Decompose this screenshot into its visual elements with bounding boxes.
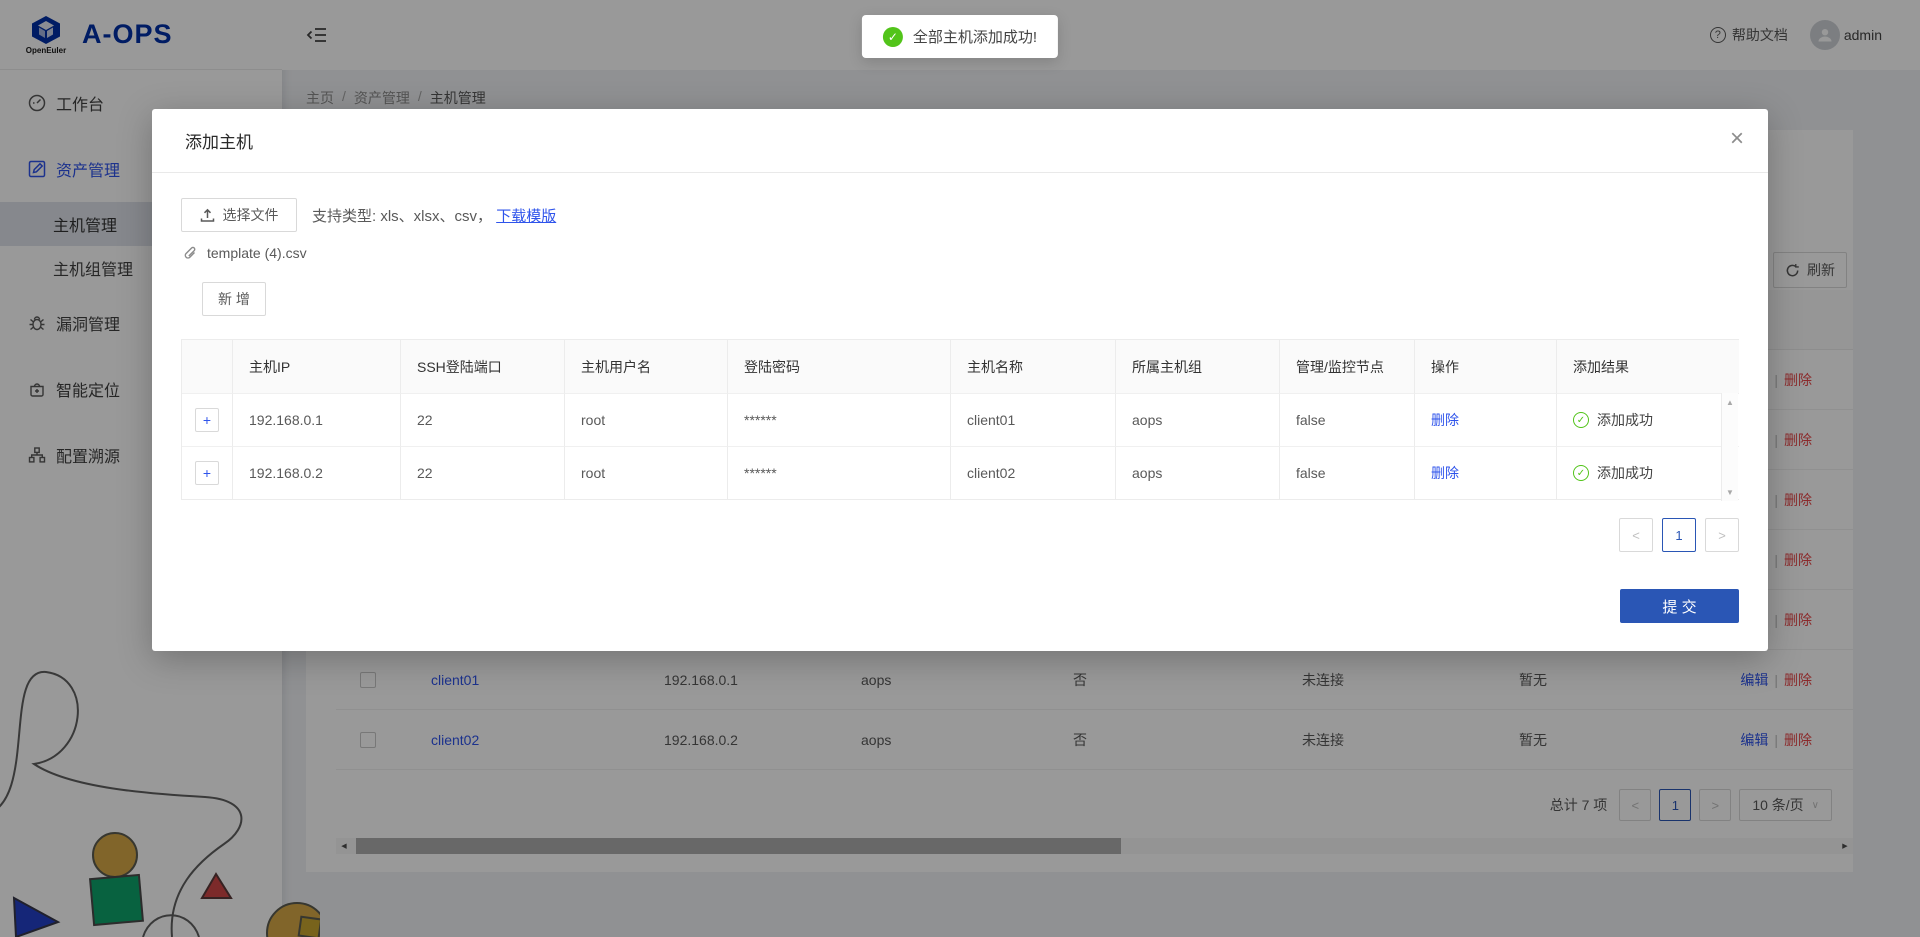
pagination-page-1[interactable]: 1 [1662,518,1696,552]
expand-column-header [182,340,233,393]
add-host-modal: 添加主机 × 选择文件 支持类型: xls、xlsx、csv， 下载模版 tem… [152,109,1768,651]
modal-header: 添加主机 [152,109,1768,173]
scroll-up-icon[interactable]: ▲ [1722,395,1738,409]
cell-user: root [565,393,728,446]
col-header-node: 管理/监控节点 [1280,340,1415,393]
col-header-group: 所属主机组 [1116,340,1280,393]
vertical-scrollbar[interactable]: ▲ ▼ [1721,393,1738,501]
col-header-user: 主机用户名 [565,340,728,393]
cell-password: ****** [728,393,951,446]
cell-group: aops [1116,393,1280,446]
add-result-text: 添加成功 [1597,410,1653,430]
expand-row-button[interactable]: + [195,408,219,432]
check-circle-outline-icon: ✓ [1573,465,1589,481]
cell-password: ****** [728,446,951,499]
modal-host-table: 主机IP SSH登陆端口 主机用户名 登陆密码 主机名称 所属主机组 管理/监控… [181,339,1739,500]
col-header-password: 登陆密码 [728,340,951,393]
modal-title: 添加主机 [185,128,253,153]
col-header-action: 操作 [1415,340,1557,393]
pagination-prev-button[interactable]: < [1619,518,1653,552]
submit-button[interactable]: 提 交 [1620,589,1739,623]
supported-types-label: 支持类型: xls、xlsx、csv， [312,208,492,225]
scrollbar-spacer [1722,340,1739,393]
choose-file-button[interactable]: 选择文件 [181,198,297,232]
cell-ip: 192.168.0.2 [233,446,401,499]
upload-icon [200,208,215,223]
close-icon[interactable]: × [1730,127,1744,151]
check-circle-filled-icon: ✓ [883,27,903,47]
cell-name: client01 [951,393,1116,446]
col-header-name: 主机名称 [951,340,1116,393]
delete-row-link[interactable]: 删除 [1431,410,1459,430]
scroll-down-icon[interactable]: ▼ [1722,485,1738,499]
attached-file[interactable]: template (4).csv [183,245,307,261]
cell-port: 22 [401,446,565,499]
add-result-text: 添加成功 [1597,463,1653,483]
cell-port: 22 [401,393,565,446]
col-header-ip: 主机IP [233,340,401,393]
modal-table-row: + 192.168.0.1 22 root ****** client01 ao… [182,393,1738,446]
download-template-link[interactable]: 下载模版 [496,208,556,225]
cell-name: client02 [951,446,1116,499]
cell-user: root [565,446,728,499]
col-header-port: SSH登陆端口 [401,340,565,393]
toast-message: 全部主机添加成功! [913,26,1037,47]
success-toast: ✓ 全部主机添加成功! [862,15,1058,58]
modal-table-header-row: 主机IP SSH登陆端口 主机用户名 登陆密码 主机名称 所属主机组 管理/监控… [182,340,1738,393]
col-header-result: 添加结果 [1557,340,1722,393]
check-circle-outline-icon: ✓ [1573,412,1589,428]
cell-ip: 192.168.0.1 [233,393,401,446]
paperclip-icon [183,246,198,261]
modal-table-row: + 192.168.0.2 22 root ****** client02 ao… [182,446,1738,499]
add-row-button[interactable]: 新 增 [202,282,266,316]
supported-types-text: 支持类型: xls、xlsx、csv， 下载模版 [312,205,556,226]
cell-group: aops [1116,446,1280,499]
cell-node: false [1280,393,1415,446]
cell-node: false [1280,446,1415,499]
pagination-next-button[interactable]: > [1705,518,1739,552]
modal-table-body: + 192.168.0.1 22 root ****** client01 ao… [182,393,1738,499]
modal-pagination: < 1 > [1619,518,1739,552]
choose-file-label: 选择文件 [223,205,279,225]
delete-row-link[interactable]: 删除 [1431,463,1459,483]
expand-row-button[interactable]: + [195,461,219,485]
attached-file-name: template (4).csv [207,245,307,261]
